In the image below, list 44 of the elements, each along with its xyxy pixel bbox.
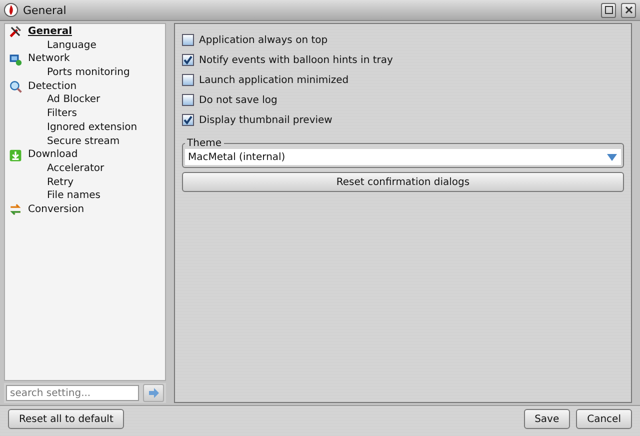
window-title: General [23, 4, 68, 16]
checkbox[interactable] [182, 94, 194, 106]
checkbox[interactable] [182, 74, 194, 86]
network-icon [9, 52, 22, 66]
tree-item[interactable]: File names [47, 190, 100, 202]
tree-item[interactable]: Secure stream [47, 136, 120, 146]
reset-default-button[interactable]: Reset all to default [8, 409, 124, 429]
tree-item[interactable]: Ignored extension [47, 122, 138, 133]
dropdown-arrow-icon [606, 152, 618, 162]
checkbox[interactable] [182, 114, 194, 126]
magnifier-icon [9, 80, 22, 94]
tree-item[interactable]: Network [28, 52, 70, 66]
tree-item[interactable]: Ports monitoring [47, 67, 130, 78]
checkbox-label: Notify events with balloon hints in tray [199, 54, 393, 66]
close-button[interactable] [621, 2, 636, 18]
checkbox-label: Do not save log [199, 94, 278, 106]
app-logo-icon [4, 3, 18, 17]
reset-dialogs-button[interactable]: Reset confirmation dialogs [182, 172, 624, 192]
tree-item[interactable]: Detection [28, 80, 77, 94]
tree-item[interactable]: Retry [47, 176, 74, 188]
tree-item[interactable]: General [28, 25, 72, 39]
arrow-right-icon [148, 388, 160, 398]
checkbox-label: Application always on top [199, 34, 328, 46]
tree-item[interactable]: Conversion [28, 202, 84, 217]
checkbox[interactable] [182, 54, 194, 66]
checkbox-label: Display thumbnail preview [199, 114, 332, 126]
group-title: Theme [186, 138, 222, 149]
close-icon [624, 6, 632, 14]
checkbox-label: Launch application minimized [199, 74, 349, 86]
convert-arrows-icon [9, 203, 22, 216]
tree-item[interactable]: Filters [47, 108, 77, 120]
search-field[interactable]: search setting... [6, 385, 139, 401]
checkbox[interactable] [182, 34, 194, 46]
tree-item[interactable]: Accelerator [47, 162, 104, 174]
save-button[interactable]: Save [524, 409, 570, 429]
maximize-button[interactable] [601, 2, 616, 18]
maximize-icon [604, 6, 612, 14]
tools-icon [9, 25, 22, 38]
download-icon [9, 148, 22, 162]
tree-item[interactable]: Ad Blocker [47, 94, 100, 106]
tree-item[interactable]: Language [47, 40, 96, 51]
theme-dropdown[interactable]: MacMetal (internal) [185, 149, 621, 165]
cancel-button[interactable]: Cancel [576, 409, 632, 429]
tree-item[interactable]: Download [28, 148, 78, 162]
